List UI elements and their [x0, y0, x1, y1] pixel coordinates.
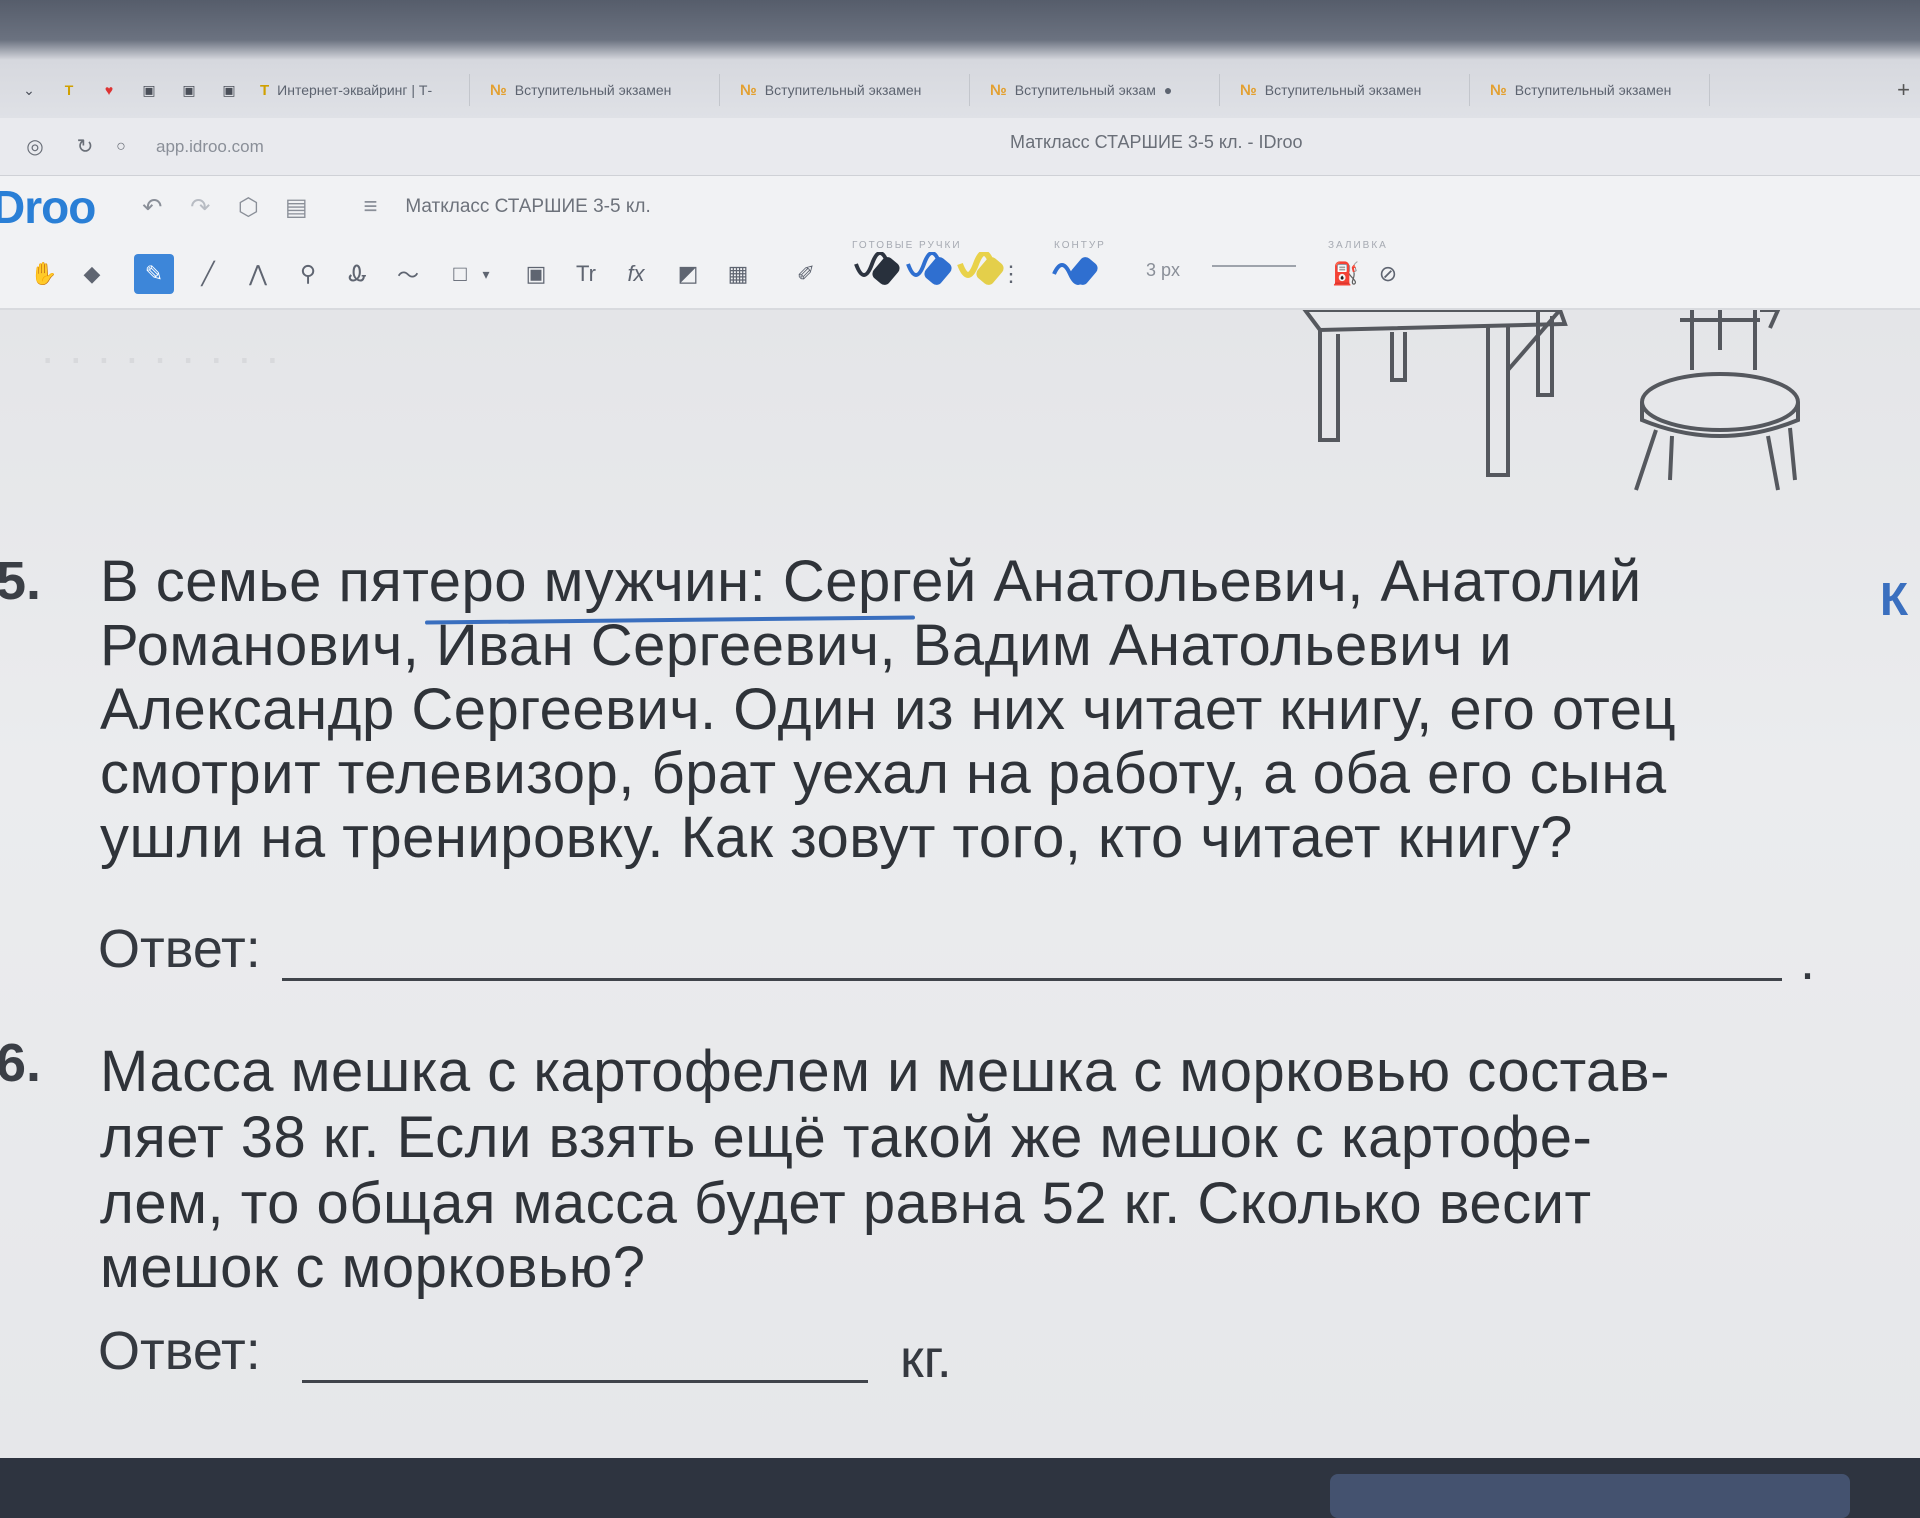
- exam-favicon-icon: №: [1240, 81, 1257, 99]
- menu-icon[interactable]: ≡: [353, 190, 387, 224]
- pen-icon[interactable]: ⋀: [238, 254, 278, 294]
- question-text-line: В семье пятеро мужчин: Сергей Анатольеви…: [100, 549, 1642, 614]
- pinned-tab-icon[interactable]: ▣: [138, 79, 160, 101]
- answer-unit: кг.: [900, 1329, 952, 1389]
- preset-pen-1-icon[interactable]: [852, 252, 900, 292]
- browser-tab[interactable]: T Интернет-эквайринг | Т-: [250, 74, 470, 106]
- stroke-size-value[interactable]: 3 px: [1146, 260, 1180, 281]
- exam-favicon-icon: №: [990, 81, 1007, 99]
- question-number: 5.: [0, 551, 42, 611]
- highlighter-icon[interactable]: Ꮂ: [338, 254, 378, 294]
- pages-icon[interactable]: ▤: [279, 190, 313, 224]
- whiteboard-canvas[interactable]: · · · · · · · · · 5. В семье пятеро мужч…: [0, 310, 1920, 1458]
- stroke-style-line[interactable]: [1212, 265, 1296, 267]
- eraser-icon[interactable]: ◆: [72, 254, 112, 294]
- connector-icon[interactable]: ⚲: [288, 254, 328, 294]
- fill-bucket-icon[interactable]: ⛽: [1326, 254, 1366, 294]
- bleed-through-text: · · · · · · · · ·: [40, 331, 281, 383]
- fill-group-label: ЗАЛИВКА: [1328, 240, 1388, 251]
- browser-tab[interactable]: № Вступительный экзамен: [1480, 74, 1710, 106]
- text-tool-icon[interactable]: Tr: [566, 254, 606, 294]
- curve-icon[interactable]: 〜: [388, 254, 428, 294]
- chevron-down-icon[interactable]: ⌄: [18, 79, 40, 101]
- answer-label: Ответ:: [98, 919, 261, 979]
- answer-blank[interactable]: [302, 1380, 868, 1383]
- sticky-note-icon[interactable]: ▣: [516, 254, 556, 294]
- audio-dot-icon: ●: [1163, 82, 1173, 98]
- reload-icon[interactable]: ↻: [70, 132, 100, 162]
- tab-label: Вступительный экзамен: [764, 82, 922, 98]
- line-icon[interactable]: ╱: [188, 254, 228, 294]
- question-text-line: лем, то общая масса будет равна 52 кг. С…: [100, 1171, 1592, 1236]
- site-info-icon[interactable]: ◎: [20, 132, 50, 162]
- pinned-tab-icon[interactable]: T: [58, 79, 80, 101]
- answer-label: Ответ:: [98, 1321, 261, 1381]
- select-pen-icon[interactable]: ✎: [134, 254, 174, 294]
- exam-favicon-icon: №: [1490, 81, 1507, 99]
- preset-pen-2-icon[interactable]: [904, 252, 952, 292]
- url-field[interactable]: app.idroo.com: [156, 137, 264, 157]
- shield-icon: ○: [116, 137, 126, 155]
- eyedropper-icon[interactable]: ✐: [786, 254, 826, 294]
- drawing-toolbar: ✋ ◆ ✎ ╱ ⋀ ⚲ Ꮂ 〜 □ ▾ ▣ Tr fx ◩ ▦ ✐ ГОТОВЫ…: [0, 238, 1920, 310]
- answer-blank[interactable]: [282, 978, 1782, 981]
- question-text-line: смотрит телевизор, брат уехал на работу,…: [100, 741, 1667, 806]
- question-text-line: Романович, Иван Сергеевич, Вадим Анатоль…: [100, 613, 1513, 678]
- pinned-tab-icon[interactable]: ▣: [178, 79, 200, 101]
- question-number: 6.: [0, 1033, 42, 1093]
- question-text-line: Масса мешка с картофелем и мешка с морко…: [100, 1039, 1670, 1104]
- rectangle-icon[interactable]: □: [440, 254, 480, 294]
- pens-group-label: ГОТОВЫЕ РУЧКИ: [852, 240, 962, 251]
- undo-icon[interactable]: ↶: [135, 190, 169, 224]
- contour-pen-icon[interactable]: [1050, 252, 1098, 292]
- redo-icon[interactable]: ↷: [183, 190, 217, 224]
- tab-label: Интернет-эквайринг | Т-: [277, 82, 433, 98]
- pinned-tab-icon[interactable]: ♥: [98, 79, 120, 101]
- app-header: Droo ↶ ↷ ⬡ ▤ ≡ Матклacc СТАРШИЕ 3-5 кл.: [0, 176, 1920, 238]
- tab-strip: ⌄ T ♥ ▣ ▣ ▣ T Интернет-эквайринг | Т- № …: [0, 70, 1920, 110]
- page-title: Матклacc СТАРШИЕ 3-5 кл. - IDroo: [1010, 132, 1303, 152]
- address-bar: ◎ ↻ ○ app.idroo.com Матклacc СТАРШИЕ 3-5…: [0, 118, 1920, 176]
- shape-library-icon[interactable]: ⬡: [231, 190, 265, 224]
- new-tab-icon[interactable]: +: [1897, 77, 1910, 103]
- question-text-line: ляет 38 кг. Если взять ещё такой же мешо…: [100, 1105, 1593, 1170]
- browser-tab-bar: ⌄ T ♥ ▣ ▣ ▣ T Интернет-эквайринг | Т- № …: [0, 0, 1920, 118]
- image-icon[interactable]: ▦: [718, 254, 758, 294]
- hand-icon[interactable]: ✋: [24, 254, 64, 294]
- preset-highlighter-icon[interactable]: [956, 252, 1004, 292]
- graph-icon[interactable]: ◩: [668, 254, 708, 294]
- browser-tab-active[interactable]: № Вступительный экзам ●: [980, 74, 1220, 106]
- exam-favicon-icon: №: [740, 81, 757, 99]
- table-and-chair-illustration: [1302, 310, 1800, 491]
- browser-tab[interactable]: № Вступительный экзамен: [730, 74, 970, 106]
- tab-label: Вступительный экзамен: [514, 82, 672, 98]
- contour-group-label: КОНТУР: [1054, 240, 1106, 251]
- question-text-line: ушли на тренировку. Как зовут того, кто …: [100, 805, 1573, 870]
- bank-favicon-icon: T: [260, 81, 270, 99]
- question-text-line: Александр Сергеевич. Один из них читает …: [100, 677, 1677, 742]
- browser-tab[interactable]: № Вступительный экзамен: [1230, 74, 1470, 106]
- shape-dropdown-icon[interactable]: ▾: [476, 254, 496, 294]
- more-pens-icon[interactable]: ⋮: [1000, 254, 1022, 294]
- app-logo: Droo: [0, 181, 96, 233]
- tab-label: Вступительный экзамен: [1264, 82, 1422, 98]
- no-fill-icon[interactable]: ⊘: [1368, 254, 1408, 294]
- pinned-tab-icon[interactable]: ▣: [218, 79, 240, 101]
- formula-tool-icon[interactable]: fx: [616, 254, 656, 294]
- taskbar-glow: [1330, 1474, 1850, 1518]
- screen-bezel: [0, 1458, 1920, 1518]
- handwritten-margin-mark[interactable]: К: [1880, 572, 1908, 626]
- board-name[interactable]: Матклacc СТАРШИЕ 3-5 кл.: [405, 196, 650, 218]
- question-text-line: мешок с морковью?: [100, 1235, 646, 1300]
- tab-label: Вступительный экзам: [1014, 82, 1156, 98]
- browser-tab[interactable]: № Вступительный экзамен: [480, 74, 720, 106]
- tab-label: Вступительный экзамен: [1514, 82, 1672, 98]
- answer-period: .: [1800, 931, 1816, 991]
- exam-favicon-icon: №: [490, 81, 507, 99]
